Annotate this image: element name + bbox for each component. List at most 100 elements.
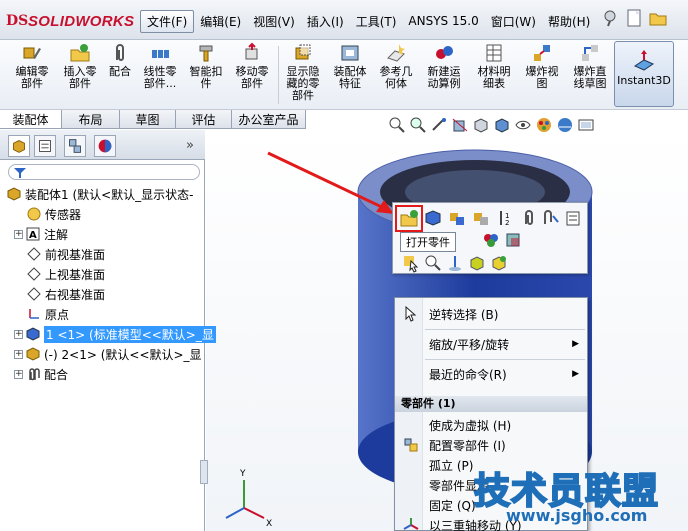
mates-icon xyxy=(29,368,40,381)
edit-part-icon[interactable] xyxy=(423,208,443,228)
move-component-label-2: 部件 xyxy=(241,77,263,90)
tree-root-assembly[interactable]: 装配体1 (默认<默认_显示状态- xyxy=(6,184,194,204)
tab-evaluate[interactable]: 评估 xyxy=(176,110,232,128)
new-motion-study-button[interactable]: 新建运 动算例 xyxy=(420,42,468,90)
edit-component-label-2: 部件 xyxy=(21,77,43,90)
mate-paperclip-icon[interactable] xyxy=(519,208,539,228)
part-icon xyxy=(26,327,40,341)
view-orientation-icon[interactable] xyxy=(472,116,490,134)
tab-sketch[interactable]: 草图 xyxy=(120,110,176,128)
displaymanager-tab-icon[interactable] xyxy=(94,135,116,157)
tab-layout[interactable]: 布局 xyxy=(62,110,120,128)
hide-show-items-icon[interactable] xyxy=(514,116,532,134)
apply-scene-icon[interactable] xyxy=(556,116,574,134)
section-view-icon[interactable] xyxy=(451,116,469,134)
bill-of-materials-button[interactable]: 材料明 细表 xyxy=(470,42,518,90)
linear-pattern-button[interactable]: 线性零 部件... xyxy=(136,42,184,90)
tree-root-label: 装配体1 (默认<默认_显示状态- xyxy=(25,187,194,202)
move-component-button[interactable]: 移动零 部件 xyxy=(228,42,276,90)
zoom-to-selection-icon[interactable] xyxy=(423,253,443,273)
menu-item-configure-component[interactable]: 配置零部件 (I) xyxy=(395,434,587,456)
show-with-dependents-icon[interactable] xyxy=(489,253,509,273)
menu-item-label: 使成为虚拟 (H) xyxy=(429,418,512,433)
tab-office-products[interactable]: 办公室产品 xyxy=(232,110,306,128)
linear-pattern-icon xyxy=(152,50,169,58)
menu-view[interactable]: 视图(V) xyxy=(247,11,301,32)
menu-insert[interactable]: 插入(I) xyxy=(301,11,350,32)
expand-toggle[interactable]: + xyxy=(14,229,23,239)
brand-name: SOLIDWORKS xyxy=(28,12,135,30)
pin-icon[interactable] xyxy=(600,8,620,28)
panel-expand-chevron[interactable]: » xyxy=(186,138,194,153)
menu-tools[interactable]: 工具(T) xyxy=(350,11,403,32)
view-settings-icon[interactable] xyxy=(577,116,595,134)
menu-item-recent-commands[interactable]: 最近的命令(R) ▶ xyxy=(395,363,587,385)
menu-help[interactable]: 帮助(H) xyxy=(542,11,596,32)
tree-item-part-1[interactable]: + 1 <1> (标准模型<<默认>_显 xyxy=(14,324,216,344)
tree-filter[interactable] xyxy=(8,164,200,180)
edit-appearance-icon[interactable] xyxy=(535,116,553,134)
appearance-icon[interactable] xyxy=(481,230,501,250)
highlight-box xyxy=(395,205,423,232)
cursor-arrow-icon xyxy=(405,305,417,322)
exploded-view-button[interactable]: 爆炸视 图 xyxy=(518,42,566,90)
zoom-to-area-icon[interactable] xyxy=(409,116,427,134)
zoom-to-fit-icon[interactable] xyxy=(388,116,406,134)
reference-geometry-icon xyxy=(387,44,405,62)
featuremanager-tab-icon[interactable] xyxy=(8,135,30,157)
menu-window[interactable]: 窗口(W) xyxy=(485,11,542,32)
tree-item-right-plane[interactable]: 右视基准面 xyxy=(26,284,105,304)
tree-item-origin[interactable]: 原点 xyxy=(26,304,69,324)
menu-item-make-virtual[interactable]: 使成为虚拟 (H) xyxy=(395,414,587,436)
svg-text:2: 2 xyxy=(505,219,509,227)
smart-mate-icon[interactable] xyxy=(541,208,561,228)
select-other-icon[interactable] xyxy=(401,253,421,273)
change-transparency-icon[interactable] xyxy=(503,230,523,250)
tree-item-annotations[interactable]: + A 注解 xyxy=(14,224,68,244)
propertymanager-tab-icon[interactable] xyxy=(34,135,56,157)
menu-ansys[interactable]: ANSYS 15.0 xyxy=(402,12,484,30)
menu-item-invert-selection[interactable]: 逆转选择 (B) xyxy=(395,303,587,325)
new-document-icon[interactable] xyxy=(624,8,644,28)
watermark-site: www.jsgho.com xyxy=(506,506,648,525)
tree-item-label-selected: 1 <1> (标准模型<<默认>_显 xyxy=(44,325,216,343)
panel-tabs: » xyxy=(0,130,205,160)
reference-geometry-button[interactable]: 参考几 何体 xyxy=(372,42,420,90)
move-with-triad-icon[interactable] xyxy=(447,208,467,228)
assembly-icon xyxy=(7,187,21,201)
tab-assembly[interactable]: 装配体 xyxy=(0,110,62,128)
show-hidden-components-button[interactable]: 显示隐 藏的零 部件 xyxy=(278,42,328,102)
tree-item-front-plane[interactable]: 前视基准面 xyxy=(26,244,105,264)
smart-fastener-label-2: 件 xyxy=(200,77,212,90)
normal-to-icon[interactable] xyxy=(445,253,465,273)
tree-item-top-plane[interactable]: 上视基准面 xyxy=(26,264,105,284)
configurationmanager-tab-icon[interactable] xyxy=(64,135,86,157)
expand-toggle[interactable]: + xyxy=(14,349,23,359)
menu-item-zoom-pan-rotate[interactable]: 缩放/平移/旋转 ▶ xyxy=(395,333,587,355)
tree-item-part-2[interactable]: + (-) 2<1> (默认<<默认>_显 xyxy=(14,344,202,364)
assembly-features-button[interactable]: 装配体 特征 xyxy=(326,42,374,90)
menu-file[interactable]: 文件(F) xyxy=(140,9,195,33)
smart-fastener-button[interactable]: 智能扣 件 xyxy=(182,42,230,90)
tree-item-mates[interactable]: + 配合 xyxy=(14,364,68,384)
hide-component-icon[interactable] xyxy=(471,208,491,228)
component-properties-icon[interactable] xyxy=(563,208,583,228)
edit-component-button[interactable]: 编辑零 部件 xyxy=(8,42,56,90)
move-component-icon xyxy=(245,42,258,60)
expand-toggle[interactable]: + xyxy=(14,329,23,339)
instant3d-button[interactable]: Instant3D xyxy=(614,41,674,107)
expand-toggle[interactable]: + xyxy=(14,369,23,379)
display-style-icon[interactable] xyxy=(493,116,511,134)
tree-item-sensors[interactable]: 传感器 xyxy=(26,204,81,224)
explode-line-label-2: 线草图 xyxy=(573,77,607,90)
solidworks-window: DS SOLIDWORKS 文件(F) 编辑(E) 视图(V) 插入(I) 工具… xyxy=(0,0,688,531)
explode-line-sketch-button[interactable]: 爆炸直 线草图 xyxy=(566,42,614,90)
isolate-icon[interactable] xyxy=(467,253,487,273)
panel-splitter-handle[interactable] xyxy=(200,460,208,484)
open-folder-icon[interactable] xyxy=(648,8,668,28)
menu-edit[interactable]: 编辑(E) xyxy=(194,11,247,32)
previous-view-icon[interactable] xyxy=(430,116,448,134)
command-tabs: 装配体 布局 草图 评估 办公室产品 xyxy=(0,110,306,129)
sort-order-icon[interactable]: 12 xyxy=(495,208,515,228)
tree-item-label: 注解 xyxy=(44,227,69,242)
